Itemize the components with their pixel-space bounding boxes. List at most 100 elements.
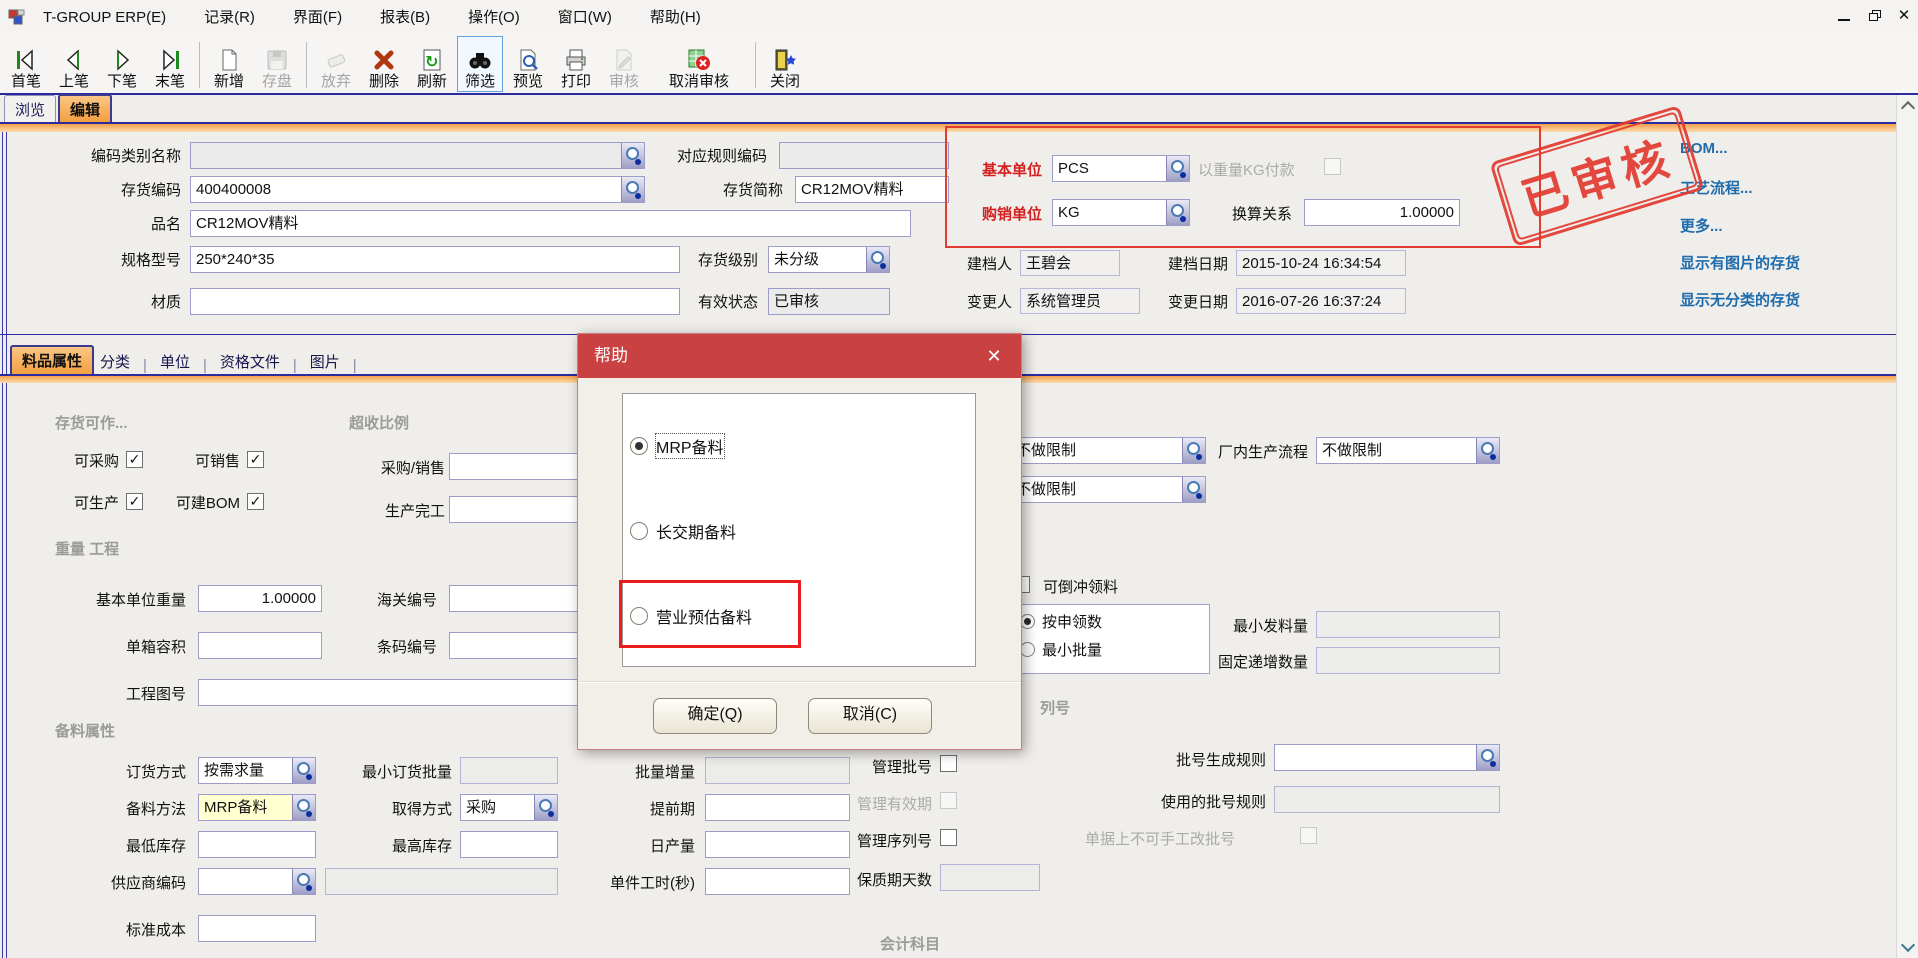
lookup-icon[interactable] <box>292 758 315 783</box>
usable-group-label: 存货可作... <box>55 412 128 433</box>
issue-min-batch-radio[interactable] <box>1020 642 1035 657</box>
toolbar-prev-record-button[interactable]: 上笔 <box>51 36 97 92</box>
lead-time-field[interactable] <box>705 794 850 821</box>
toolbar-preview-button[interactable]: 预览 <box>505 36 551 92</box>
subtab-1[interactable]: 分类 <box>94 349 136 374</box>
max-stock-field[interactable] <box>460 831 558 858</box>
toolbar-refresh-button[interactable]: ↻刷新 <box>409 36 455 92</box>
toolbar-close-button[interactable]: 关闭 <box>762 36 808 92</box>
toolbar-first-record-button[interactable]: 首笔 <box>3 36 49 92</box>
menu-item-2[interactable]: 界面(F) <box>293 9 342 26</box>
prep-method-field[interactable]: MRP备料 <box>198 794 316 821</box>
menu-item-1[interactable]: 记录(R) <box>204 9 255 26</box>
inventory-abbr-field[interactable]: CR12MOV精料 <box>795 176 949 203</box>
menu-item-5[interactable]: 窗口(W) <box>558 9 612 26</box>
lookup-icon[interactable] <box>292 795 315 820</box>
base-unit-weight-field[interactable]: 1.00000 <box>198 585 322 612</box>
item-name-field[interactable]: CR12MOV精料 <box>190 210 911 237</box>
purchasable-label: 可采购 <box>59 451 119 473</box>
vertical-scrollbar[interactable] <box>1896 95 1918 958</box>
factory-flow-field[interactable]: 不做限制 <box>1316 437 1500 464</box>
menu-item-6[interactable]: 帮助(H) <box>650 9 701 26</box>
subtab-2[interactable]: 单位 <box>154 349 196 374</box>
limit-a-field[interactable]: 不做限制 <box>1010 437 1206 464</box>
acquire-method-field[interactable]: 采购 <box>460 794 558 821</box>
bom-allowed-checkbox[interactable] <box>247 493 264 510</box>
used-batch-rule-label: 使用的批号规则 <box>1146 792 1266 814</box>
batch-rule-field[interactable] <box>1274 744 1500 771</box>
unit-work-seconds-field[interactable] <box>705 868 850 895</box>
prep-method-label: 备料方法 <box>86 799 186 821</box>
rule-code-label: 对应规则编码 <box>647 146 767 168</box>
manage-batch-checkbox[interactable] <box>940 755 957 772</box>
toolbar-new-button[interactable]: 新增 <box>206 36 252 92</box>
toolbar-approve-button: 审核 <box>601 36 647 92</box>
order-method-field[interactable]: 按需求量 <box>198 757 316 784</box>
restore-button[interactable] <box>1859 2 1889 28</box>
menu-item-0[interactable]: T-GROUP ERP(E) <box>43 9 166 26</box>
coding-category-label: 编码类别名称 <box>61 146 181 168</box>
supplier-code-field[interactable] <box>198 868 316 895</box>
toolbar-button-label: 刷新 <box>417 73 447 91</box>
close-window-button[interactable]: ✕ <box>1889 2 1918 28</box>
toolbar-cancel-approve-button[interactable]: 取消审核 <box>649 36 749 92</box>
manage-batch-label: 管理批号 <box>852 757 932 779</box>
dialog-option-1[interactable]: 长交期备料 <box>630 519 736 543</box>
refresh-icon: ↻ <box>420 47 444 73</box>
lookup-icon[interactable] <box>866 247 889 272</box>
lookup-icon[interactable] <box>621 177 644 202</box>
inventory-level-field[interactable]: 未分级 <box>768 246 890 273</box>
lookup-icon[interactable] <box>1476 438 1499 463</box>
inventory-abbr-label: 存货简称 <box>663 180 783 202</box>
subtab-4[interactable]: 图片 <box>304 349 346 374</box>
toolbar: 首笔上笔下笔末笔新增存盘放弃删除↻刷新筛选预览打印审核取消审核关闭 <box>0 33 1918 95</box>
box-volume-field[interactable] <box>198 632 322 659</box>
toolbar-print-button[interactable]: 打印 <box>553 36 599 92</box>
min-stock-field[interactable] <box>198 831 316 858</box>
inventory-code-field[interactable]: 400400008 <box>190 176 645 203</box>
side-link-3[interactable]: 显示有图片的存货 <box>1680 252 1800 273</box>
scroll-down-icon[interactable] <box>1901 938 1915 952</box>
manage-serial-checkbox[interactable] <box>940 829 957 846</box>
side-link-4[interactable]: 显示无分类的存货 <box>1680 289 1800 310</box>
factory-flow-label: 厂内生产流程 <box>1188 442 1308 464</box>
toolbar-button-label: 取消审核 <box>669 73 729 91</box>
dialog-close-button[interactable]: ✕ <box>979 334 1009 378</box>
material-field[interactable] <box>190 288 680 315</box>
lookup-icon[interactable] <box>1182 477 1205 502</box>
producible-checkbox[interactable] <box>126 493 143 510</box>
toolbar-last-record-button[interactable]: 末笔 <box>147 36 193 92</box>
issue-by-request-label: 按申领数 <box>1042 612 1162 634</box>
toolbar-next-record-button[interactable]: 下笔 <box>99 36 145 92</box>
spec-model-field[interactable]: 250*240*35 <box>190 246 680 273</box>
toolbar-button-label: 首笔 <box>11 73 41 91</box>
rule-code-field <box>779 142 949 169</box>
dialog-option-0[interactable]: MRP备料 <box>630 434 724 458</box>
menu-item-3[interactable]: 报表(B) <box>380 9 430 26</box>
lookup-icon[interactable] <box>534 795 557 820</box>
limit-b-field[interactable]: 不做限制 <box>1010 476 1206 503</box>
tab-browse[interactable]: 浏览 <box>4 95 56 122</box>
scroll-up-icon[interactable] <box>1901 101 1915 115</box>
subtab-3[interactable]: 资格文件 <box>214 349 286 374</box>
purchasable-checkbox[interactable] <box>126 451 143 468</box>
daily-output-field[interactable] <box>705 831 850 858</box>
lookup-icon[interactable] <box>292 869 315 894</box>
fixed-increment-label: 固定递增数量 <box>1188 652 1308 674</box>
toolbar-delete-button[interactable]: 删除 <box>361 36 407 92</box>
subtab-0[interactable]: 料品属性 <box>10 345 94 374</box>
ok-button[interactable]: 确定(Q) <box>653 698 777 734</box>
lookup-icon[interactable] <box>621 143 644 168</box>
serial-group-label-partial: 列号 <box>1040 697 1070 718</box>
coding-category-field[interactable] <box>190 142 645 169</box>
toolbar-filter-button[interactable]: 筛选 <box>457 36 503 92</box>
std-cost-field[interactable] <box>198 915 316 942</box>
side-link-2[interactable]: 更多... <box>1680 215 1723 236</box>
menu-item-4[interactable]: 操作(O) <box>468 9 520 26</box>
sellable-checkbox[interactable] <box>247 451 264 468</box>
cancel-button[interactable]: 取消(C) <box>808 698 932 734</box>
tab-edit[interactable]: 编辑 <box>58 94 112 122</box>
minimize-button[interactable] <box>1829 2 1859 28</box>
lookup-icon[interactable] <box>1476 745 1499 770</box>
issue-by-request-radio[interactable] <box>1020 614 1035 629</box>
